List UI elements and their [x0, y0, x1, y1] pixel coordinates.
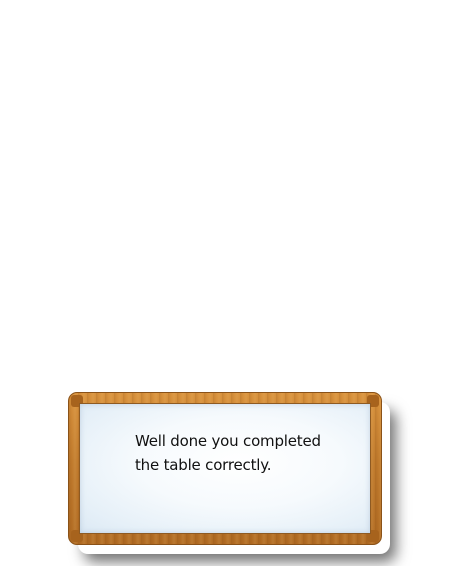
- whiteboard-surface: Well done you completed the table correc…: [79, 403, 371, 534]
- feedback-board: Well done you completed the table correc…: [68, 392, 382, 545]
- feedback-message-line-1: Well done you completed: [135, 432, 321, 450]
- feedback-message: Well done you completed the table correc…: [135, 429, 355, 477]
- feedback-message-line-2: the table correctly.: [135, 456, 272, 474]
